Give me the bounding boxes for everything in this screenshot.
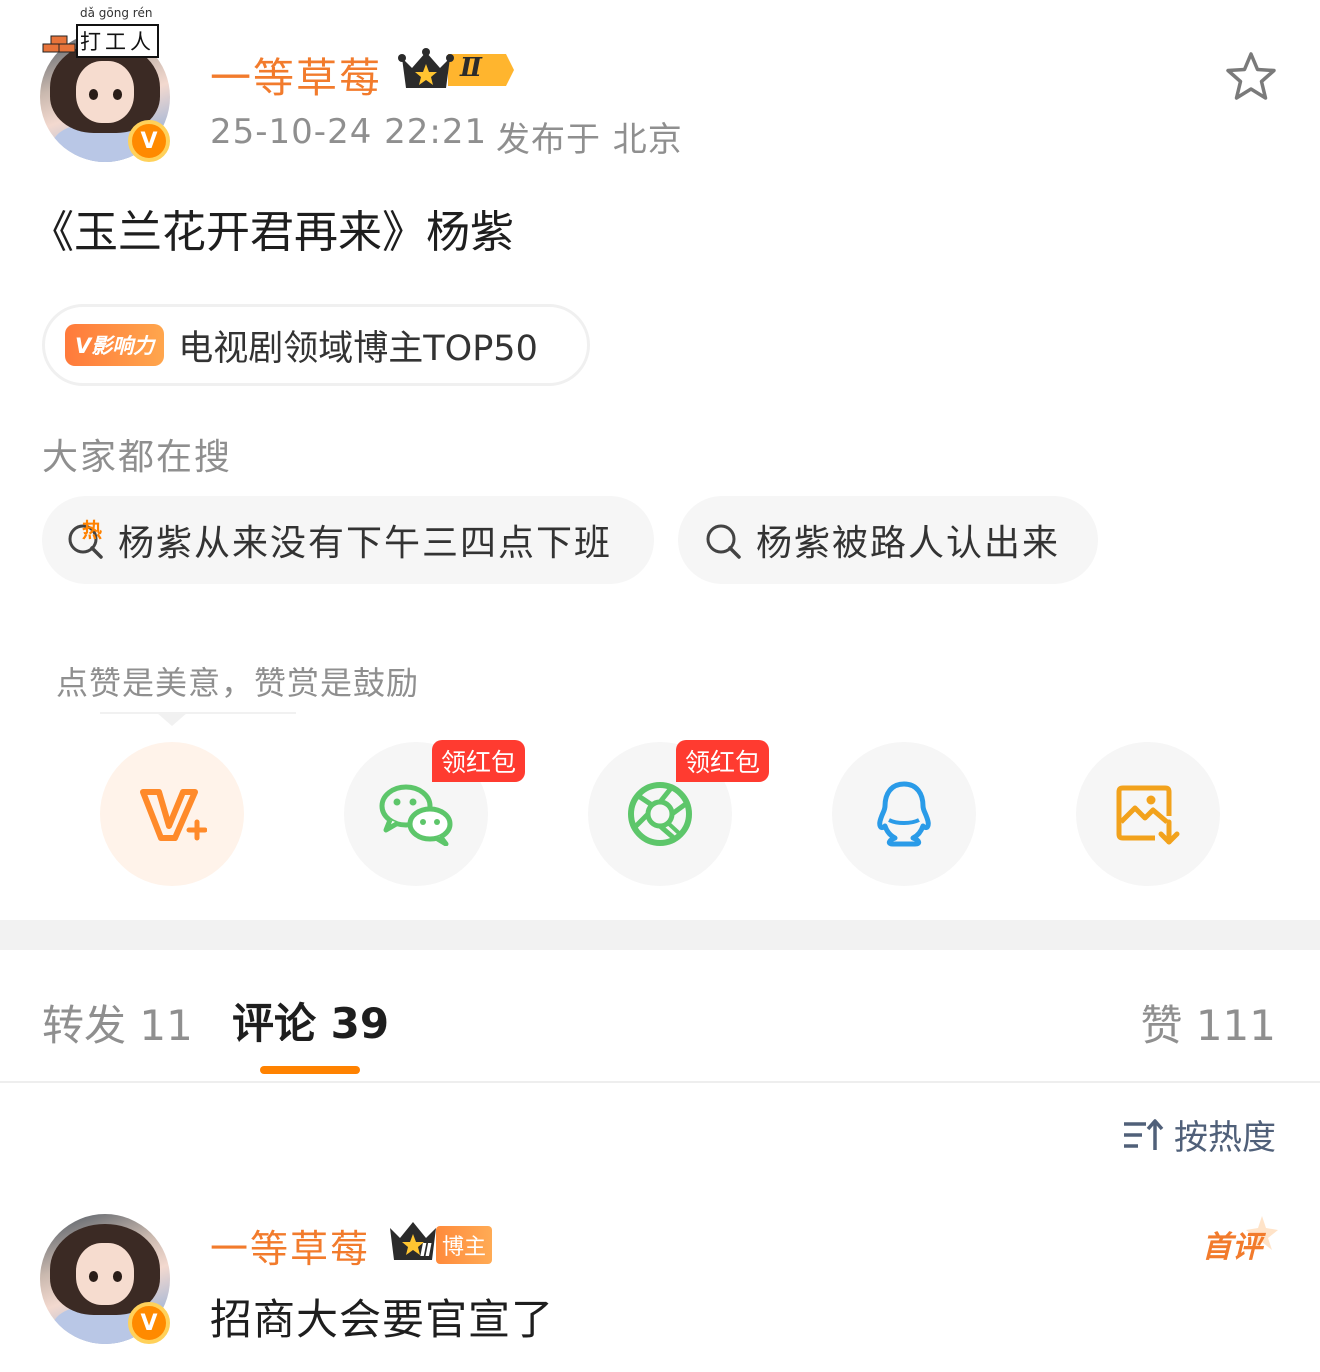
moments-red-packet-tag: 领红包 xyxy=(676,740,770,782)
avatar-pendant: dǎ gōng rén 打工人 xyxy=(42,6,162,58)
first-comment-label: 首评 xyxy=(1202,1230,1262,1265)
comment-text: 招商大会要官宣了 xyxy=(210,1295,555,1344)
member-level: Ⅱ xyxy=(460,53,482,83)
influence-text: 电视剧领域博主TOP50 xyxy=(178,328,538,369)
pendant-pinyin: dǎ gōng rén xyxy=(80,6,153,20)
pendant-text: 打工人 xyxy=(76,24,159,58)
qq-icon xyxy=(877,781,931,847)
tab-repost[interactable]: 转发 11 xyxy=(42,992,193,1053)
post-text: 《玉兰花开君再来》杨紫 xyxy=(30,207,514,258)
tab-like[interactable]: 赞 111 xyxy=(1140,992,1276,1053)
comment-author-name[interactable]: 一等草莓 xyxy=(210,1218,370,1273)
sort-button[interactable]: 按热度 xyxy=(1122,1110,1276,1159)
post-time: 25-10-24 22:21 xyxy=(210,112,488,152)
sort-icon xyxy=(1124,1118,1164,1150)
reward-button[interactable] xyxy=(100,742,244,886)
hot-search-icon: 热 xyxy=(66,518,106,560)
wechat-red-packet-tag: 领红包 xyxy=(432,740,526,782)
verified-badge-icon: V xyxy=(128,120,170,162)
comment-verified-badge-icon: V xyxy=(128,1302,170,1344)
save-image-button[interactable] xyxy=(1076,742,1220,886)
search-icon xyxy=(704,520,744,560)
brick-icon xyxy=(42,32,76,54)
tab-comment[interactable]: 评论 39 xyxy=(232,990,389,1051)
comment-crown-badge: Ⅱ xyxy=(386,1218,440,1264)
search-pill-1-text: 杨紫从来没有下午三四点下班 xyxy=(118,523,613,564)
reward-tip-bubble: 点赞是美意，赞赏是鼓励 xyxy=(50,650,450,726)
search-pill-2[interactable]: 杨紫被路人认出来 xyxy=(678,496,1098,584)
author-name[interactable]: 一等草莓 xyxy=(210,44,382,104)
tabs-divider xyxy=(0,1081,1320,1083)
member-crown-badge[interactable]: Ⅱ xyxy=(398,46,516,94)
reward-tip: 点赞是美意，赞赏是鼓励 xyxy=(56,664,420,702)
tab-active-indicator xyxy=(260,1066,360,1074)
first-comment-badge: 首评 xyxy=(1200,1214,1280,1265)
section-divider xyxy=(0,920,1320,950)
search-pill-1[interactable]: 热 杨紫从来没有下午三四点下班 xyxy=(42,496,654,584)
search-pill-2-text: 杨紫被路人认出来 xyxy=(756,523,1061,564)
searching-label: 大家都在搜 xyxy=(42,437,233,478)
influence-badge[interactable]: V影响力 电视剧领域博主TOP50 xyxy=(42,304,590,386)
save-image-icon xyxy=(1116,785,1180,845)
favorite-star-icon[interactable] xyxy=(1224,50,1278,104)
moments-icon xyxy=(628,782,692,846)
post-location: 发布于 北京 xyxy=(496,120,683,160)
wechat-icon xyxy=(379,784,453,846)
influence-tag: V影响力 xyxy=(65,324,165,366)
blogger-tag: 博主 xyxy=(436,1226,493,1264)
v-plus-icon xyxy=(140,789,207,841)
sort-label: 按热度 xyxy=(1174,1118,1276,1158)
qq-share-button[interactable] xyxy=(832,742,976,886)
